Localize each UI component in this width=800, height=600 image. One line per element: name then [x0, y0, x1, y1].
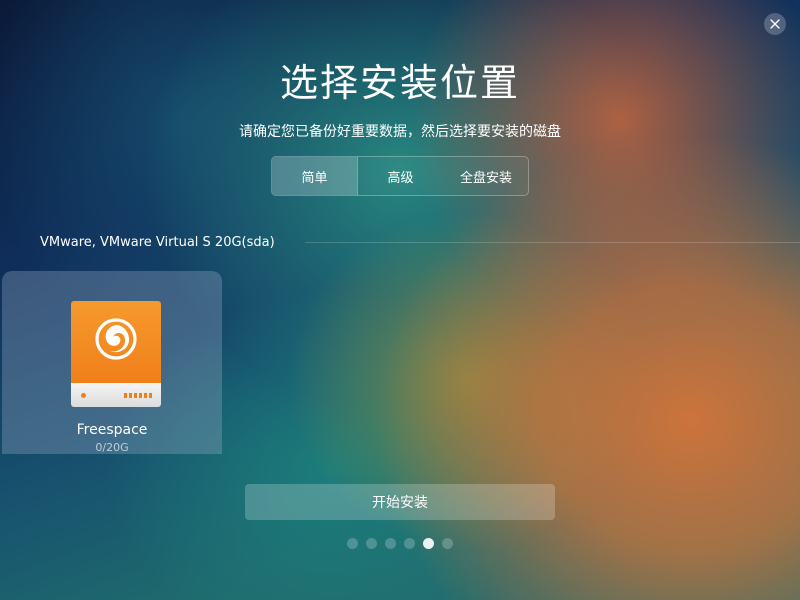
tab-simple[interactable]: 简单: [272, 157, 358, 195]
drive-led: [81, 393, 86, 398]
disk-label: VMware, VMware Virtual S 20G(sda): [40, 234, 275, 250]
step-dot-3: [385, 538, 396, 549]
page-subtitle: 请确定您已备份好重要数据，然后选择要安装的磁盘: [239, 124, 561, 140]
drive-body: [71, 301, 161, 383]
partition-size: 0/20G: [95, 441, 129, 454]
disk-header: VMware, VMware Virtual S 20G(sda): [40, 233, 800, 251]
step-dot-6: [442, 538, 453, 549]
step-indicator: [347, 538, 453, 549]
disk-divider: [304, 241, 800, 243]
tab-full-disk[interactable]: 全盘安装: [443, 157, 528, 195]
install-mode-tabs: 简单 高级 全盘安装: [271, 156, 529, 196]
drive-base: [71, 383, 161, 407]
close-icon: [770, 19, 780, 29]
start-install-button[interactable]: 开始安装: [245, 484, 555, 520]
step-dot-5: [423, 538, 434, 549]
page-title: 选择安装位置: [279, 61, 520, 105]
partition-name: Freespace: [76, 422, 148, 438]
close-button[interactable]: [764, 13, 786, 35]
deepin-logo-icon: [95, 318, 137, 360]
drive-vents: [124, 393, 152, 398]
step-dot-4: [404, 538, 415, 549]
step-dot-2: [366, 538, 377, 549]
tab-advanced[interactable]: 高级: [358, 157, 443, 195]
step-dot-1: [347, 538, 358, 549]
partition-card-freespace[interactable]: Freespace 0/20G: [2, 271, 222, 454]
deepin-drive-icon: [71, 301, 161, 407]
